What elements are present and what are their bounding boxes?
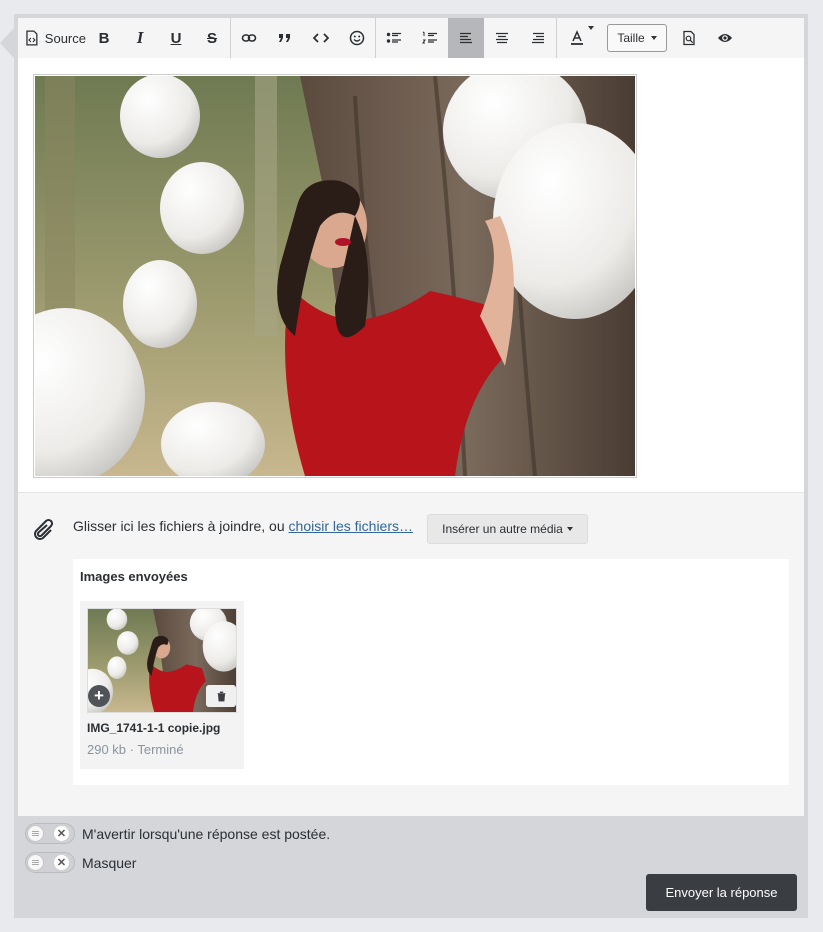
- trash-icon: [216, 691, 226, 701]
- paperclip-icon: [34, 518, 54, 540]
- toolbar-group-format: Taille: [557, 18, 743, 58]
- preview-doc-icon: [683, 30, 695, 46]
- source-label: Source: [44, 30, 86, 46]
- font-size-label: Taille: [617, 31, 645, 45]
- smiley-icon: [349, 30, 365, 46]
- frame-pointer: [0, 28, 14, 58]
- code-icon: [313, 33, 329, 43]
- notify-toggle[interactable]: ✕: [25, 823, 75, 844]
- toolbar-group-lists: [376, 18, 557, 58]
- uploads-title: Images envoyées: [80, 569, 188, 584]
- align-right-icon: [532, 32, 544, 44]
- insert-image-plus-icon[interactable]: +: [88, 685, 110, 707]
- bold-button[interactable]: B: [86, 18, 122, 58]
- code-button[interactable]: [303, 18, 339, 58]
- drop-zone-text: Glisser ici les fichiers à joindre, ou c…: [73, 518, 413, 534]
- eye-icon: [718, 34, 732, 42]
- numbered-list-button[interactable]: [412, 18, 448, 58]
- insert-media-button[interactable]: Insérer un autre média: [427, 514, 588, 544]
- notify-label: M'avertir lorsqu'une réponse est postée.: [82, 825, 331, 842]
- link-button[interactable]: [231, 18, 267, 58]
- link-icon: [241, 34, 257, 42]
- text-color-button[interactable]: [557, 18, 597, 58]
- editor-toolbar: Source B I U S Taille: [18, 18, 804, 58]
- hide-option: ✕ Masquer: [25, 852, 136, 873]
- source-file-icon: [26, 30, 38, 46]
- strikethrough-button[interactable]: S: [194, 18, 230, 58]
- file-size-status: 290 kb · Terminé: [87, 742, 184, 757]
- font-size-select[interactable]: Taille: [607, 24, 667, 52]
- align-right-button[interactable]: [520, 18, 556, 58]
- delete-file-button[interactable]: [206, 685, 236, 707]
- attachment-bar: Glisser ici les fichiers à joindre, ou c…: [18, 506, 804, 550]
- bullet-list-button[interactable]: [376, 18, 412, 58]
- align-left-button[interactable]: [448, 18, 484, 58]
- source-button[interactable]: Source: [18, 18, 86, 58]
- photo-woman-balloons: [34, 75, 636, 477]
- bullet-list-icon: [386, 32, 401, 43]
- chevron-down-icon: [566, 527, 573, 531]
- numbered-list-icon: [422, 31, 437, 44]
- text-color-caret-icon: [588, 26, 594, 30]
- file-name: IMG_1741-1-1 copie.jpg: [87, 721, 221, 735]
- chevron-down-icon: [650, 36, 657, 40]
- text-color-icon: [571, 30, 583, 45]
- underline-button[interactable]: U: [158, 18, 194, 58]
- inserted-image[interactable]: [33, 74, 637, 478]
- toggle-knob-icon: [27, 854, 44, 871]
- preview-button[interactable]: [671, 18, 707, 58]
- notify-option: ✕ M'avertir lorsqu'une réponse est posté…: [25, 823, 330, 844]
- quote-icon: [279, 34, 290, 42]
- uploaded-images-panel: Images envoyées + IMG_1741-1-1 copie.jpg…: [73, 559, 789, 785]
- align-left-icon: [460, 32, 472, 44]
- toolbar-group-insert: [231, 18, 376, 58]
- toggle-knob-icon: [27, 825, 44, 842]
- insert-media-label: Insérer un autre média: [442, 522, 563, 536]
- editor-content[interactable]: [18, 58, 804, 493]
- hide-label: Masquer: [82, 854, 137, 871]
- uploaded-file-card: + IMG_1741-1-1 copie.jpg 290 kb · Termin…: [80, 601, 244, 769]
- rich-text-editor: Source B I U S Taille Glisser ici les fi…: [18, 18, 804, 816]
- close-icon: ✕: [54, 826, 69, 841]
- emoji-button[interactable]: [339, 18, 375, 58]
- align-center-icon: [496, 32, 508, 44]
- align-center-button[interactable]: [484, 18, 520, 58]
- hide-toggle[interactable]: ✕: [25, 852, 75, 873]
- quote-button[interactable]: [267, 18, 303, 58]
- send-reply-button[interactable]: Envoyer la réponse: [646, 874, 797, 911]
- choose-files-link[interactable]: choisir les fichiers…: [289, 518, 413, 534]
- drop-instructions: Glisser ici les fichiers à joindre, ou: [73, 518, 289, 534]
- visual-preview-button[interactable]: [707, 18, 743, 58]
- toolbar-group-source: Source B I U S: [18, 18, 231, 58]
- italic-button[interactable]: I: [122, 18, 158, 58]
- close-icon: ✕: [54, 855, 69, 870]
